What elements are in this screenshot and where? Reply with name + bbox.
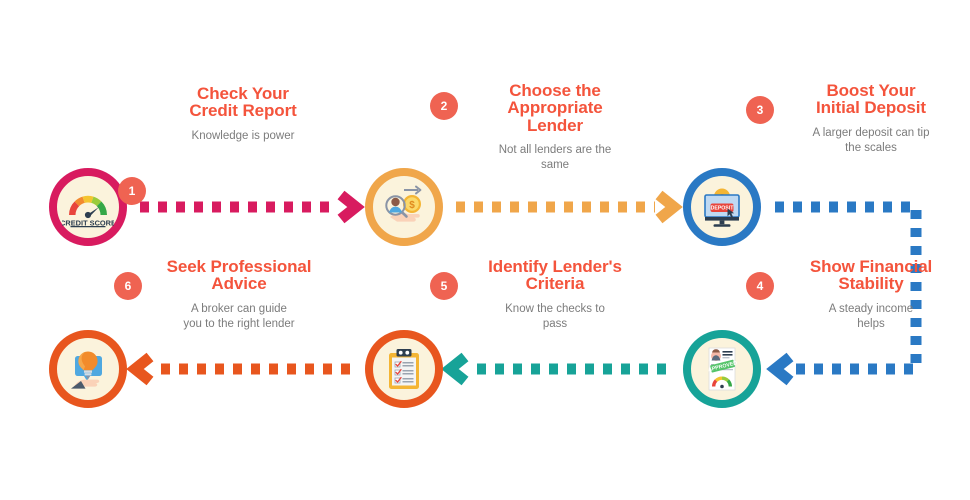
step-2-icon-ring[interactable]: $ xyxy=(365,168,443,246)
coin-dollar-label: $ xyxy=(409,200,415,211)
step-2-number-badge: 2 xyxy=(430,92,458,120)
step-5-subtitle: Know the checks to pass xyxy=(505,302,605,330)
step-1-caption: 1 Check Your Credit Report Knowledge is … xyxy=(110,84,340,205)
infographic-canvas: CREDIT SCORE 1 Check Your Credit Report … xyxy=(0,0,970,500)
step-5-icon-ring[interactable] xyxy=(365,330,443,408)
step-2-caption: 2 Choose the Appropriate Lender Not all … xyxy=(420,82,650,173)
step-3-number-badge: 3 xyxy=(746,96,774,124)
step-5-number-badge: 5 xyxy=(430,272,458,300)
connector-2-to-3 xyxy=(456,190,683,224)
step-4-icon-ring[interactable]: APPROVED xyxy=(683,330,761,408)
credit-report-document-icon: APPROVED xyxy=(708,347,738,391)
credit-score-gauge-icon: CREDIT SCORE xyxy=(62,195,114,227)
step-6-number-badge: 6 xyxy=(114,272,142,300)
connector-1-to-2 xyxy=(140,190,365,224)
step-1-title: Check Your Credit Report xyxy=(189,84,297,121)
step-1-icon-ring[interactable]: CREDIT SCORE xyxy=(49,168,127,246)
monitor-deposit-button-icon: $ DEPOSIT xyxy=(704,188,740,227)
step-3-icon-ring[interactable]: $ DEPOSIT xyxy=(683,168,761,246)
connector-4-to-5 xyxy=(441,352,666,386)
connector-layer xyxy=(126,190,922,386)
step-6-caption: 6 Seek Professional Advice A broker can … xyxy=(104,258,334,332)
step-5-caption: 5 Identify Lender's Criteria Know the ch… xyxy=(420,258,650,332)
checklist-clipboard-icon xyxy=(389,349,419,389)
step-6-subtitle: A broker can guide you to the right lend… xyxy=(183,302,295,330)
connector-5-to-6 xyxy=(126,352,350,386)
step-3-caption: 3 Boost Your Initial Deposit A larger de… xyxy=(736,82,966,156)
advice-lightbulb-hand-icon xyxy=(71,351,102,389)
step-4-caption: 4 Show Financial Stability A steady inco… xyxy=(736,258,966,332)
step-1-number-badge: 1 xyxy=(118,177,146,205)
step-1-subtitle: Knowledge is power xyxy=(191,129,295,142)
step-3-subtitle: A larger deposit can tip the scales xyxy=(812,126,930,154)
step-2-subtitle: Not all lenders are the same xyxy=(498,143,612,172)
step-6-icon-ring[interactable] xyxy=(49,330,127,408)
step-4-number-badge: 4 xyxy=(746,272,774,300)
step-4-subtitle: A steady income helps xyxy=(828,302,914,330)
lender-search-coin-hand-icon: $ xyxy=(385,185,422,222)
